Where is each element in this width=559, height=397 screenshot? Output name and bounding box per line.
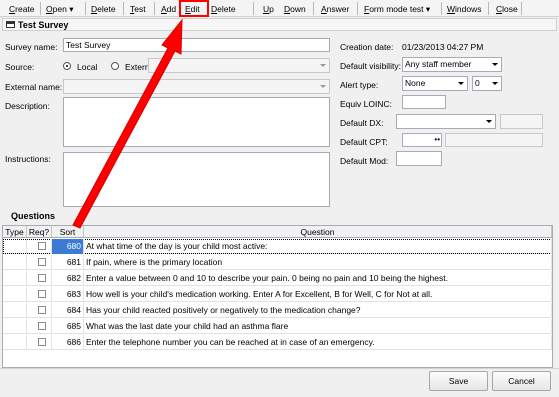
arrow-icon — [72, 18, 183, 229]
annotation-arrow — [72, 18, 183, 229]
